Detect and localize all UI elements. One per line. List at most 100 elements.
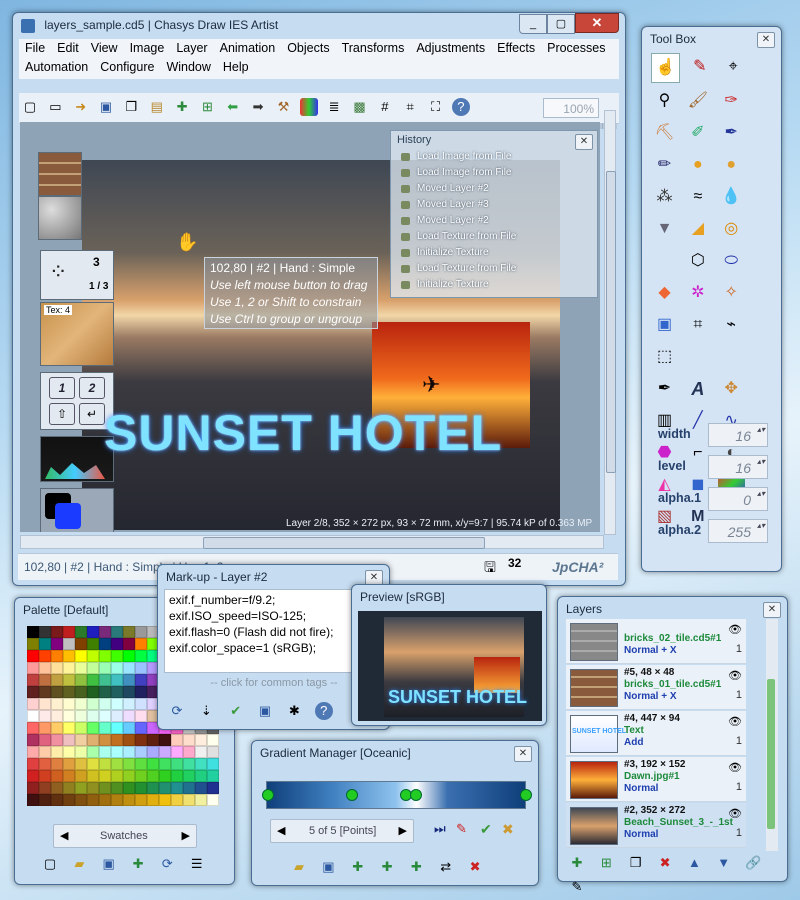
fill-pattern-tool-icon[interactable]: ◆ xyxy=(651,279,678,307)
palette-swatch[interactable] xyxy=(75,782,87,794)
palette-swatch[interactable] xyxy=(111,758,123,770)
palette-save-icon[interactable]: ▣ xyxy=(100,855,118,873)
sphere-tool-icon[interactable]: ● xyxy=(684,151,711,179)
magnet-tool-icon[interactable]: ✲ xyxy=(684,279,711,307)
palette-swatch[interactable] xyxy=(87,770,99,782)
menu-layer[interactable]: Layer xyxy=(170,39,213,58)
palette-swatch[interactable] xyxy=(135,770,147,782)
palette-swatch[interactable] xyxy=(87,722,99,734)
markup-line[interactable]: exif.flash=0 (Flash did not fire); xyxy=(169,624,379,640)
palette-swatch[interactable] xyxy=(75,770,87,782)
palette-list-icon[interactable]: ☰ xyxy=(188,855,206,873)
fill-tool-icon[interactable]: ⬡ xyxy=(684,247,711,275)
palette-swatch[interactable] xyxy=(111,782,123,794)
key-2-button[interactable]: 2 xyxy=(79,377,105,399)
palette-swatch[interactable] xyxy=(147,770,159,782)
help-icon[interactable]: ? xyxy=(451,98,470,116)
palette-swatch[interactable] xyxy=(183,734,195,746)
smudge-tool-icon[interactable]: ✐ xyxy=(684,119,711,147)
palette-swatch[interactable] xyxy=(99,722,111,734)
layers-scroll-thumb[interactable] xyxy=(767,679,775,829)
palette-swatch[interactable] xyxy=(111,686,123,698)
palette-swatch[interactable] xyxy=(63,722,75,734)
palette-swatch[interactable] xyxy=(135,698,147,710)
palette-swatch[interactable] xyxy=(63,734,75,746)
gradient-edit-icon[interactable]: ✎ xyxy=(456,821,467,837)
palette-swatch[interactable] xyxy=(135,650,147,662)
palette-swatch[interactable] xyxy=(99,638,111,650)
palette-swatch[interactable] xyxy=(123,626,135,638)
palette-swatch[interactable] xyxy=(63,686,75,698)
palette-swatch[interactable] xyxy=(51,698,63,710)
stamp-tool-icon[interactable]: ⛏ xyxy=(651,119,678,147)
markup-line[interactable]: exif.ISO_speed=ISO-125; xyxy=(169,608,379,624)
palette-swatch[interactable] xyxy=(39,758,51,770)
palette-swatch[interactable] xyxy=(99,734,111,746)
palette-swatch[interactable] xyxy=(27,758,39,770)
palette-swatch[interactable] xyxy=(75,710,87,722)
layers-titlebar[interactable]: Layers xyxy=(558,597,787,621)
palette-swatch[interactable] xyxy=(111,662,123,674)
gradient-next-icon[interactable]: ▶ xyxy=(399,820,407,842)
palette-swatch[interactable] xyxy=(87,626,99,638)
palette-swatch[interactable] xyxy=(63,662,75,674)
palette-swatch[interactable] xyxy=(63,758,75,770)
palette-swatch[interactable] xyxy=(99,662,111,674)
menu-image[interactable]: Image xyxy=(124,39,171,58)
h-scroll-thumb[interactable] xyxy=(203,537,485,549)
palette-swatch[interactable] xyxy=(207,770,219,782)
layer-row[interactable]: SUNSET HOTEL #4, 447 × 94 Text Add 👁 1 xyxy=(566,711,746,756)
markup-help-icon[interactable]: ? xyxy=(314,702,333,720)
toolbox-field-value[interactable]: 16 xyxy=(708,423,768,447)
new-file-icon[interactable]: ▢ xyxy=(21,98,39,116)
palette-prev-icon[interactable]: ◀ xyxy=(60,825,68,847)
palette-swatch[interactable] xyxy=(39,722,51,734)
palette-swatch[interactable] xyxy=(39,674,51,686)
texture-thumb[interactable]: Tex: 4 xyxy=(40,302,114,366)
gradient-prev-icon[interactable]: ◀ xyxy=(277,820,285,842)
palette-swatch[interactable] xyxy=(63,674,75,686)
redo-icon[interactable]: ➡ xyxy=(249,98,267,116)
layer-visibility-icon[interactable]: 👁 xyxy=(728,761,742,774)
layer-copy-icon[interactable]: ❐ xyxy=(627,854,645,872)
palette-swatch[interactable] xyxy=(51,650,63,662)
layer-up-icon[interactable]: ▲ xyxy=(685,854,703,872)
palette-swatch[interactable] xyxy=(87,674,99,686)
layer-visibility-icon[interactable]: 👁 xyxy=(728,715,742,728)
palette-swatch[interactable] xyxy=(111,674,123,686)
palette-swatch[interactable] xyxy=(159,758,171,770)
menu-effects[interactable]: Effects xyxy=(491,39,541,58)
palette-swatch[interactable] xyxy=(51,794,63,806)
secondary-color[interactable] xyxy=(55,503,81,529)
markup-new-icon[interactable]: ✱ xyxy=(285,702,303,720)
palette-swatch[interactable] xyxy=(27,746,39,758)
palette-swatch[interactable] xyxy=(75,794,87,806)
wand-tool-icon[interactable]: ✧ xyxy=(718,279,745,307)
palette-swatch[interactable] xyxy=(63,782,75,794)
palette-swatch[interactable] xyxy=(123,746,135,758)
palette-swatch[interactable] xyxy=(111,746,123,758)
palette-swatch[interactable] xyxy=(123,794,135,806)
copy-icon[interactable]: ❐ xyxy=(122,98,140,116)
palette-swatch[interactable] xyxy=(99,674,111,686)
palette-swatch[interactable] xyxy=(75,734,87,746)
menu-automation[interactable]: Automation xyxy=(19,58,94,77)
palette-swatch[interactable] xyxy=(99,710,111,722)
history-item[interactable]: Initialize Texture xyxy=(391,245,597,261)
palette-swatch[interactable] xyxy=(27,638,39,650)
shift-key-icon[interactable]: ⇧ xyxy=(49,403,75,425)
palette-swatch[interactable] xyxy=(27,770,39,782)
toolbox-field-value[interactable]: 0 xyxy=(708,487,768,511)
export-icon[interactable]: ➜ xyxy=(72,98,90,116)
zoom-tool-icon[interactable]: ⚲ xyxy=(651,87,678,115)
marker-tool-icon[interactable]: ✒ xyxy=(718,119,745,147)
layer-visibility-icon[interactable]: 👁 xyxy=(728,623,742,636)
layer-visibility-icon[interactable]: 👁 xyxy=(728,669,742,682)
menu-objects[interactable]: Objects xyxy=(281,39,335,58)
palette-swatch[interactable] xyxy=(51,734,63,746)
history-item[interactable]: Moved Layer #2 xyxy=(391,181,597,197)
palette-refresh-icon[interactable]: ⟳ xyxy=(158,855,176,873)
palette-swatch[interactable] xyxy=(27,626,39,638)
palette-swatch[interactable] xyxy=(183,746,195,758)
palette-swatch[interactable] xyxy=(87,686,99,698)
